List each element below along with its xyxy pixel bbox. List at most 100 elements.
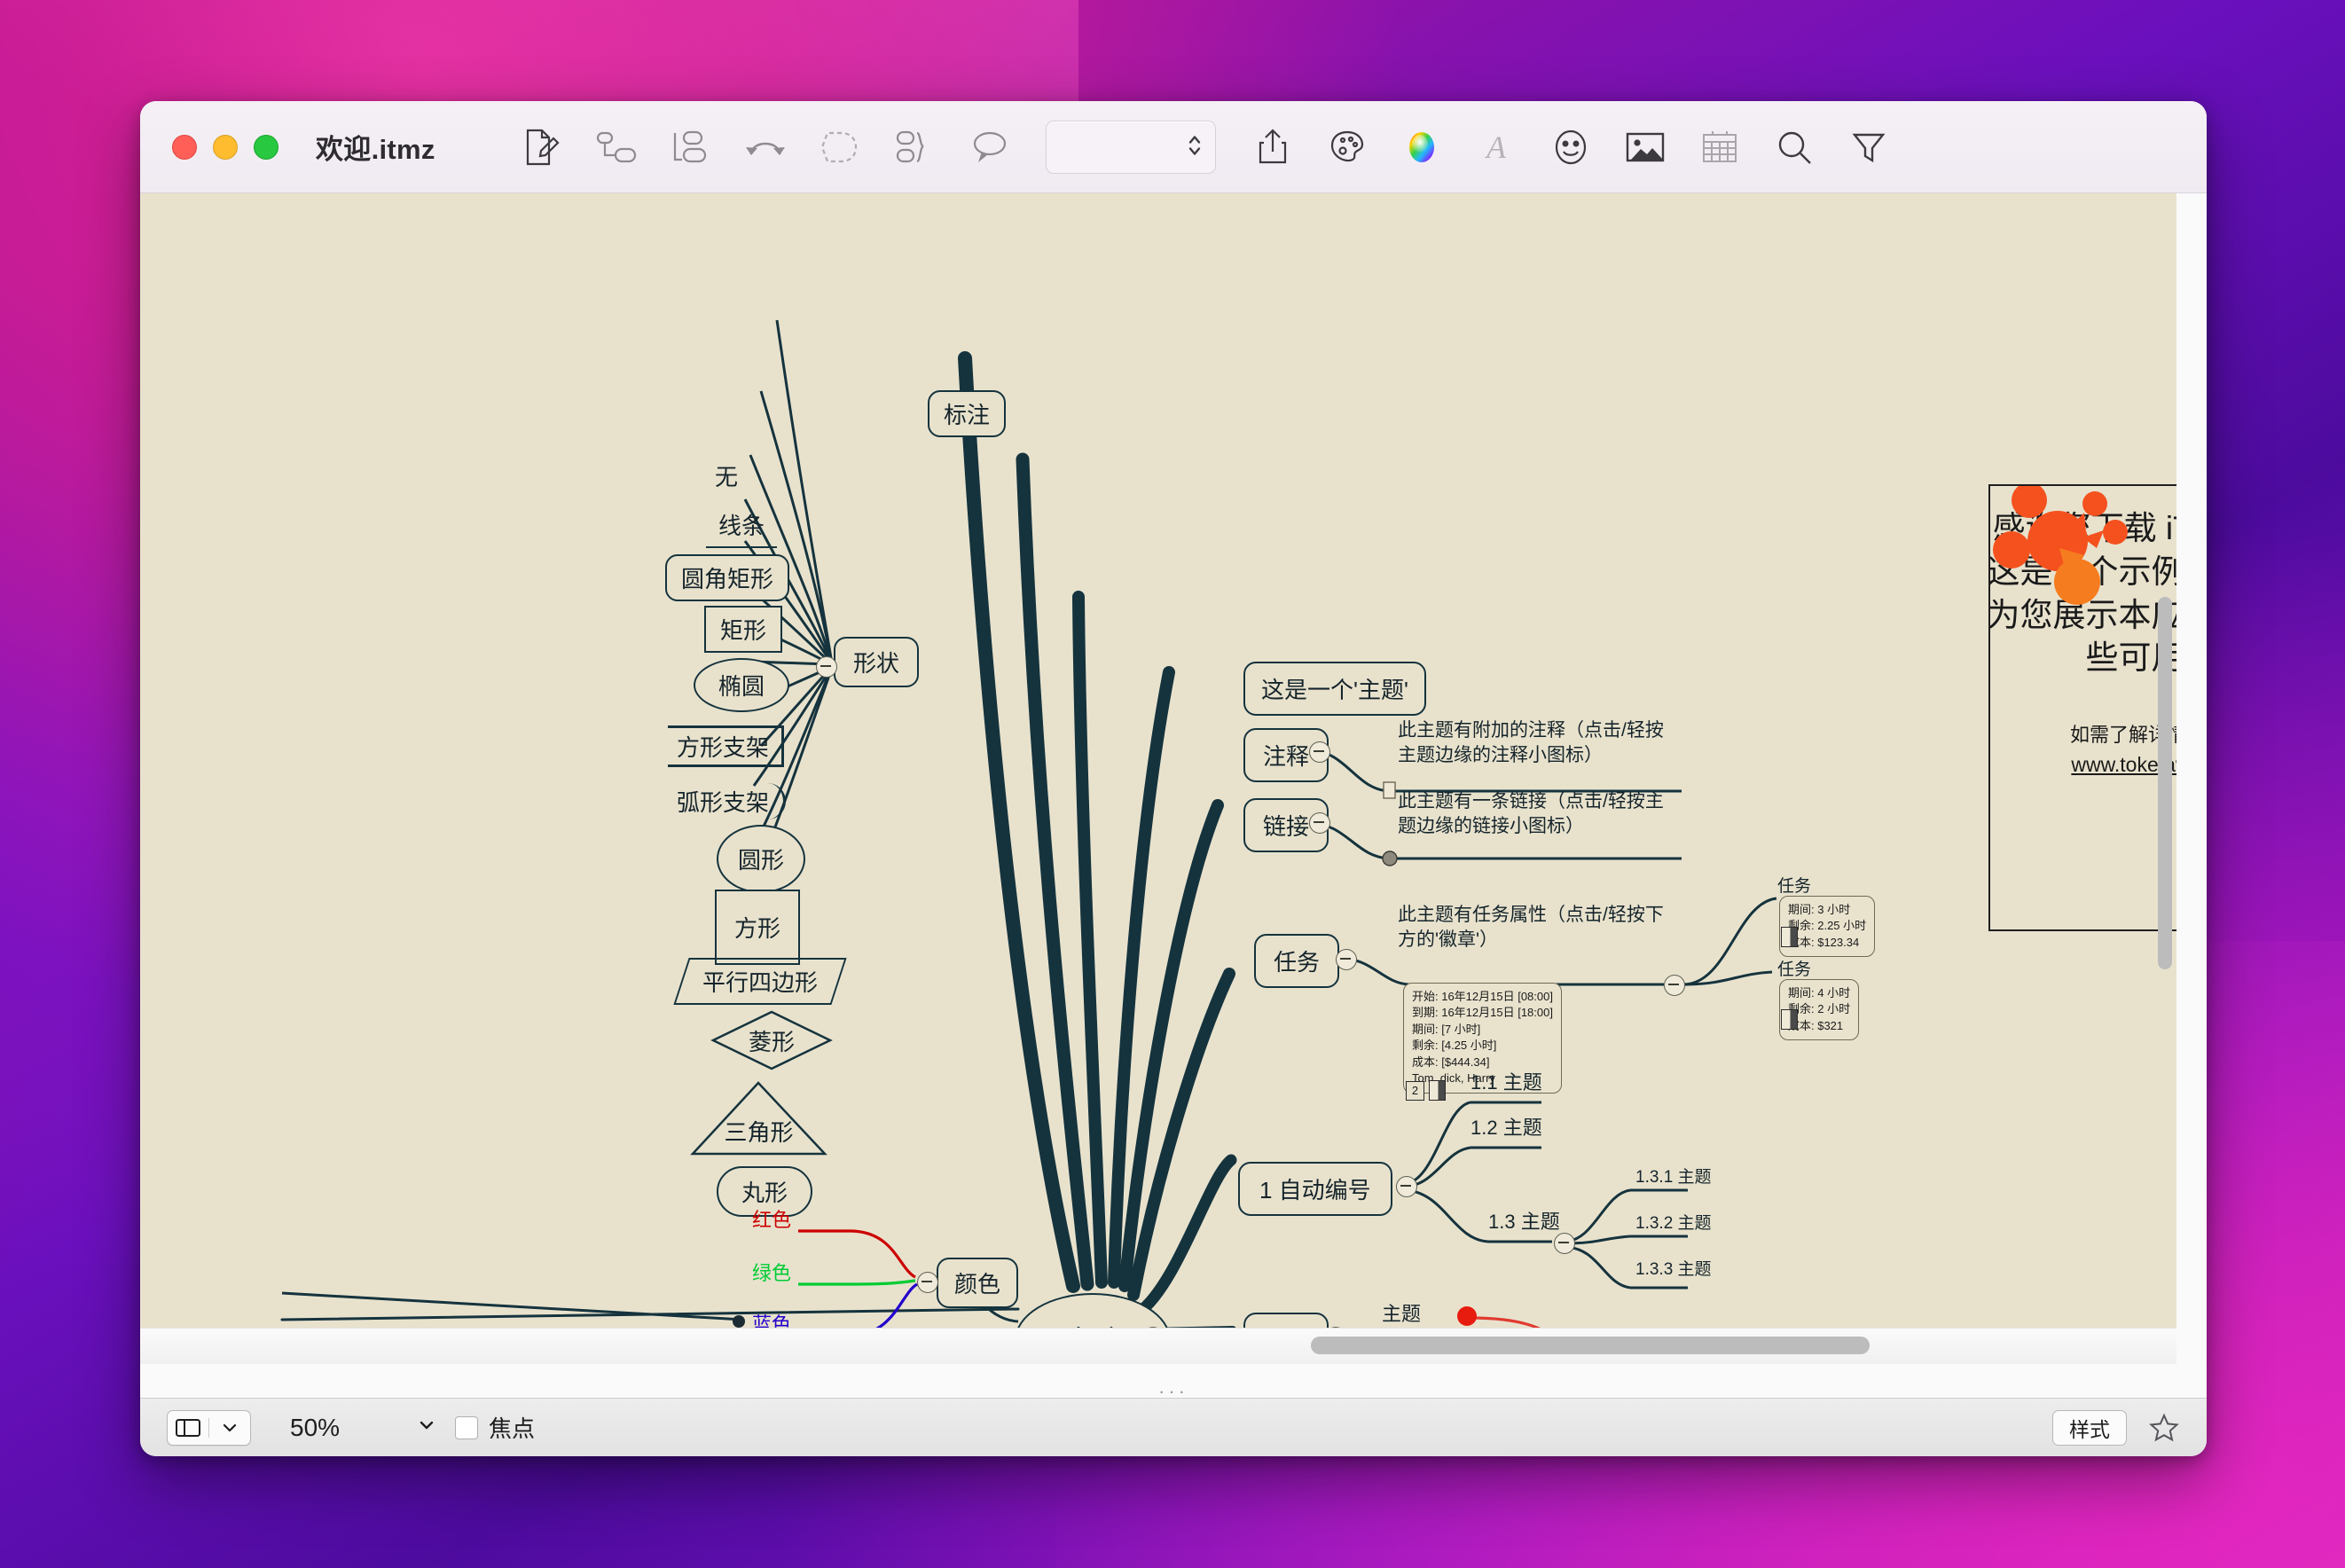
- subtask-2-title[interactable]: 任务: [1777, 956, 1811, 980]
- node-autonumber-grandchild-2[interactable]: 1.3.2 主题: [1635, 1210, 1712, 1234]
- collapse-toggle-task-children[interactable]: [1664, 975, 1685, 996]
- subtask-1-title[interactable]: 任务: [1777, 873, 1811, 897]
- mindmap-branches: [280, 319, 1777, 1364]
- node-color-green[interactable]: 绿色: [752, 1258, 791, 1286]
- collapse-toggle-colors[interactable]: [917, 1272, 938, 1293]
- node-autonumber-child-1[interactable]: 1.1 主题: [1471, 1067, 1542, 1095]
- node-shape-square-bracket[interactable]: 方形支架: [668, 725, 785, 767]
- node-shape-triangle[interactable]: 三角形: [690, 1080, 827, 1156]
- focus-label: 焦点: [489, 1415, 536, 1442]
- link-annotation: 此主题有一条链接（点击/轻按主题边缘的链接小图标）: [1398, 791, 1664, 837]
- horizontal-scrollbar-thumb[interactable]: [1311, 1337, 1870, 1354]
- note-edit-icon[interactable]: [505, 115, 579, 179]
- subtask-2-badge-icon: [1781, 1009, 1798, 1030]
- subtask-1-badge-icon: [1781, 927, 1798, 947]
- color-wheel-icon[interactable]: [1384, 115, 1459, 179]
- node-shape-circle[interactable]: 圆形: [717, 825, 806, 893]
- close-window-button[interactable]: [172, 134, 197, 160]
- style-button[interactable]: 样式: [2052, 1409, 2127, 1446]
- node-autonumber-grandchild-3[interactable]: 1.3.3 主题: [1635, 1256, 1712, 1280]
- node-colors-parent[interactable]: 颜色: [937, 1258, 1019, 1308]
- node-topic-example[interactable]: 这是一个'主题': [1243, 662, 1426, 716]
- value-stepper[interactable]: [1045, 120, 1216, 174]
- collapse-toggle-autonumber[interactable]: [1396, 1176, 1417, 1197]
- emoji-icon[interactable]: [1533, 115, 1608, 179]
- image-icon[interactable]: [1608, 115, 1682, 179]
- zoom-level-value[interactable]: 50%: [290, 1414, 340, 1442]
- node-task[interactable]: 任务: [1254, 934, 1340, 988]
- undo-redo-icon[interactable]: [728, 115, 803, 179]
- search-icon[interactable]: [1757, 115, 1831, 179]
- comment-icon[interactable]: [952, 115, 1026, 179]
- node-shape-none[interactable]: 无: [715, 459, 738, 492]
- node-shape-parallelogram-label: 平行四边形: [702, 969, 819, 996]
- note-annotation: 此主题有附加的注释（点击/轻按主题边缘的注释小图标）: [1398, 720, 1664, 766]
- svg-text:A: A: [1485, 129, 1507, 165]
- sidebar-icon[interactable]: [168, 1411, 208, 1445]
- traffic-lights: [172, 134, 278, 160]
- maximize-window-button[interactable]: [254, 134, 278, 160]
- group-icon[interactable]: [877, 115, 952, 179]
- node-shape-parallelogram[interactable]: 平行四边形: [673, 958, 847, 1005]
- node-color-red[interactable]: 红色: [752, 1204, 791, 1233]
- calendar-icon[interactable]: [1682, 115, 1757, 179]
- app-window: 欢迎.itmz A 标注 无 线条 圆角矩形 矩形 椭圆 方形支架 弧形支架 圆…: [140, 101, 2207, 1456]
- focus-checkbox[interactable]: [455, 1415, 479, 1439]
- node-shape-diamond[interactable]: 菱形: [710, 1009, 834, 1071]
- document-title: 欢迎.itmz: [316, 134, 435, 165]
- node-shape-line[interactable]: 线条: [706, 506, 778, 548]
- stepper-chevrons-icon: [1187, 131, 1203, 162]
- status-bar: 50% 焦点 ··· 样式: [140, 1380, 2207, 1456]
- view-toggle-control[interactable]: [167, 1409, 251, 1446]
- text-format-icon[interactable]: A: [1459, 115, 1533, 179]
- boundary-icon[interactable]: [803, 115, 877, 179]
- collapse-toggle-link[interactable]: [1309, 812, 1330, 834]
- child-topic-icon[interactable]: [654, 115, 728, 179]
- horizontal-scrollbar-track[interactable]: [140, 1328, 2176, 1364]
- sibling-topic-icon[interactable]: [579, 115, 654, 179]
- task-badges[interactable]: 2: [1406, 1080, 1446, 1101]
- task-detail-line: 到期: 16年12月15日 [18:00]: [1412, 1006, 1553, 1020]
- main-toolbar: A: [505, 115, 1906, 179]
- view-chevron-down-icon[interactable]: [209, 1411, 250, 1445]
- node-shape-curved-bracket[interactable]: 弧形支架: [668, 783, 787, 819]
- task-detail-line: 开始: 16年12月15日 [08:00]: [1412, 990, 1553, 1003]
- mindmap-canvas[interactable]: 标注 无 线条 圆角矩形 矩形 椭圆 方形支架 弧形支架 圆形 方形 平行四边形…: [140, 193, 2176, 1364]
- task-annotation: 此主题有任务属性（点击/轻按下方的'徽章'）: [1398, 905, 1664, 951]
- collapse-toggle-task[interactable]: [1336, 949, 1357, 970]
- minimize-window-button[interactable]: [213, 134, 238, 160]
- vertical-scrollbar[interactable]: [2158, 597, 2172, 969]
- node-shape-diamond-label: 菱形: [748, 1028, 795, 1055]
- subtask-line: 期间: 3 小时: [1788, 903, 1851, 916]
- zoom-chevron-down-icon[interactable]: [418, 1419, 435, 1436]
- node-shape-rounded-rect[interactable]: 圆角矩形: [665, 554, 790, 601]
- collapse-toggle-autonumber-13[interactable]: [1554, 1233, 1575, 1254]
- welcome-panel[interactable]: 感谢您下载 iThoughts。这是一个示例导图。它将为您展示本应用程序的一些可…: [1988, 484, 2176, 931]
- filter-icon[interactable]: [1831, 115, 1906, 179]
- node-callout[interactable]: 标注: [928, 390, 1007, 437]
- resize-handle-dots[interactable]: ···: [1158, 1380, 1188, 1403]
- task-note-badge-icon: [1429, 1080, 1446, 1101]
- canvas-scroll-area[interactable]: 标注 无 线条 圆角矩形 矩形 椭圆 方形支架 弧形支架 圆形 方形 平行四边形…: [140, 193, 2207, 1399]
- collapse-toggle-shapes[interactable]: [816, 656, 837, 678]
- node-autonumber[interactable]: 1 自动编号: [1238, 1162, 1392, 1216]
- task-detail-line: 期间: [7 小时]: [1412, 1022, 1481, 1036]
- welcome-url-link[interactable]: www.toketaware.com: [1990, 753, 2176, 777]
- palette-icon[interactable]: [1310, 115, 1384, 179]
- node-relation-child-1[interactable]: 主题: [1382, 1298, 1421, 1327]
- star-icon[interactable]: [2146, 1410, 2182, 1446]
- node-autonumber-grandchild-1[interactable]: 1.3.1 主题: [1635, 1164, 1712, 1188]
- node-autonumber-child-3[interactable]: 1.3 主题: [1488, 1206, 1560, 1235]
- node-shape-square[interactable]: 方形: [715, 890, 801, 965]
- node-autonumber-child-2[interactable]: 1.2 主题: [1471, 1112, 1542, 1141]
- task-badge-count: 2: [1406, 1080, 1424, 1101]
- node-shape-triangle-label: 三角形: [724, 1119, 794, 1146]
- share-icon[interactable]: [1235, 115, 1310, 179]
- node-shapes-parent[interactable]: 形状: [834, 637, 920, 687]
- collapse-toggle-note[interactable]: [1309, 741, 1330, 763]
- subtask-line: 成本: $123.34: [1788, 935, 1860, 949]
- task-detail-line: 剩余: [4.25 小时]: [1412, 1039, 1497, 1053]
- node-shape-ellipse[interactable]: 椭圆: [694, 658, 790, 712]
- subtask-line: 剩余: 2.25 小时: [1788, 919, 1867, 933]
- node-shape-rect[interactable]: 矩形: [704, 606, 783, 653]
